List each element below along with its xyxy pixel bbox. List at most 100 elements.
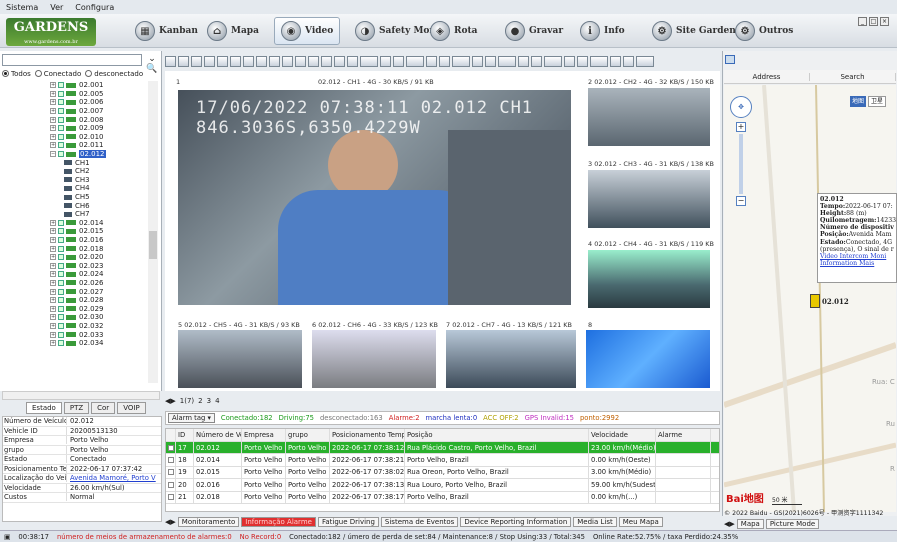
video-thumb-ch4[interactable] [588, 250, 710, 308]
tab-media-list[interactable]: Media List [573, 517, 617, 527]
nav-record-button[interactable]: ● Gravar [505, 17, 563, 45]
zoom-in-icon[interactable]: + [736, 122, 746, 132]
tab-cor[interactable]: Cor [91, 402, 116, 414]
video-tool-button[interactable] [295, 55, 306, 67]
tree-vehicle-item[interactable]: +02.018 [50, 244, 148, 253]
minimize-icon[interactable]: _ [858, 17, 867, 26]
nav-kanban-button[interactable]: ▦ Kanban [135, 17, 198, 45]
checkbox[interactable] [58, 151, 64, 158]
tree-channel-item[interactable]: CH6 [50, 201, 148, 210]
nav-video-button[interactable]: ◉ Video [274, 17, 341, 45]
video-thumb-ch5[interactable] [178, 330, 302, 388]
tabs-nav-icon[interactable]: ◀▶ [165, 518, 176, 526]
video-tool-button[interactable] [230, 55, 241, 67]
tree-channel-item[interactable]: CH4 [50, 184, 148, 193]
checkbox[interactable] [58, 245, 64, 252]
grid-row[interactable]: 20 02.016 Porto Velho Porto Velho 2022-06-17… [166, 479, 719, 492]
checkbox[interactable] [58, 322, 64, 329]
video-tool-button[interactable] [610, 55, 621, 67]
expand-icon[interactable]: + [50, 228, 56, 235]
video-tool-button[interactable] [393, 55, 404, 67]
checkbox[interactable] [58, 314, 64, 321]
close-icon[interactable]: × [880, 17, 889, 26]
video-tool-button[interactable] [308, 55, 319, 67]
checkbox[interactable] [58, 142, 64, 149]
video-thumb-ch3[interactable] [588, 170, 710, 228]
expand-icon[interactable]: + [50, 219, 56, 226]
info-value[interactable]: Avenida Mamoré, Porto V [67, 474, 156, 482]
expand-icon[interactable]: + [50, 116, 56, 123]
expand-icon[interactable]: + [50, 133, 56, 140]
tree-channel-item[interactable]: CH5 [50, 193, 148, 202]
grid-row[interactable]: 17 02.012 Porto Velho Porto Velho 2022-06-17… [166, 442, 719, 455]
checkbox[interactable] [168, 469, 174, 476]
video-tool-button[interactable] [165, 55, 176, 67]
checkbox[interactable] [58, 219, 64, 226]
main-video-ch1[interactable]: 17/06/2022 07:38:11 02.012 CH1 846.3036S… [178, 90, 571, 305]
tree-vehicle-item[interactable]: +02.020 [50, 253, 148, 262]
video-tool-button[interactable] [439, 55, 450, 67]
tree-vehicle-item[interactable]: +02.006 [50, 98, 148, 107]
tree-vehicle-item[interactable]: +02.029 [50, 304, 148, 313]
menu-sistema[interactable]: Sistema [6, 3, 38, 12]
video-tool-button[interactable] [243, 55, 254, 67]
tree-vehicle-item[interactable]: +02.024 [50, 270, 148, 279]
maximize-icon[interactable]: □ [869, 17, 878, 26]
expand-icon[interactable]: + [50, 279, 56, 286]
checkbox[interactable] [58, 305, 64, 312]
tab-my-map[interactable]: Meu Mapa [618, 517, 663, 527]
tab-device-report[interactable]: Device Reporting Information [460, 517, 572, 527]
expand-icon[interactable]: + [50, 245, 56, 252]
page-tab-1[interactable]: 1(7) [180, 397, 194, 405]
video-thumb-empty[interactable] [586, 330, 710, 388]
vehicle-search-input[interactable] [2, 54, 142, 66]
tree-vehicle-item[interactable]: +02.028 [50, 296, 148, 305]
menu-ver[interactable]: Ver [50, 3, 63, 12]
checkbox[interactable] [58, 228, 64, 235]
tab-events[interactable]: Sistema de Eventos [380, 517, 459, 527]
tab-mapa[interactable]: Mapa [736, 519, 764, 529]
grid-row[interactable]: 21 02.018 Porto Velho Porto Velho 2022-06-17… [166, 491, 719, 504]
video-tool-button[interactable] [452, 55, 470, 67]
map-tabs-nav-icon[interactable]: ◀▶ [724, 520, 735, 528]
tree-vehicle-item[interactable]: +02.009 [50, 124, 148, 133]
expand-icon[interactable]: + [50, 288, 56, 295]
status-expand-icon[interactable]: ▣ [4, 533, 10, 541]
address-tab[interactable]: Address [724, 72, 810, 81]
checkbox[interactable] [58, 82, 64, 89]
video-tool-button[interactable] [544, 55, 562, 67]
grid-header-cell[interactable]: Alarme [656, 429, 711, 441]
filter-disconnected[interactable]: desconectado [85, 70, 143, 78]
video-tool-button[interactable] [256, 55, 267, 67]
video-thumb-ch2[interactable] [588, 88, 710, 146]
row-checkbox[interactable] [166, 442, 176, 454]
filter-all[interactable]: Todos [2, 70, 31, 78]
grid-header-cell[interactable]: Posição [405, 429, 589, 441]
tree-vehicle-item[interactable]: +02.008 [50, 115, 148, 124]
video-tool-button[interactable] [485, 55, 496, 67]
video-tool-button[interactable] [360, 55, 378, 67]
page-tab-2[interactable]: 2 [198, 397, 202, 405]
video-tool-button[interactable] [531, 55, 542, 67]
map-window-icon[interactable] [725, 55, 735, 64]
grid-row[interactable]: 18 02.014 Porto Velho Porto Velho 2022-06-17… [166, 454, 719, 467]
nav-map-button[interactable]: ⌂ Mapa [207, 17, 259, 45]
tree-vehicle-item[interactable]: +02.001 [50, 81, 148, 90]
popup-links[interactable]: Video Intercom Moni [820, 253, 894, 260]
video-tool-button[interactable] [380, 55, 391, 67]
row-checkbox[interactable] [166, 466, 176, 479]
satellite-button[interactable]: 卫星 [868, 96, 886, 107]
checkbox[interactable] [58, 271, 64, 278]
video-tool-button[interactable] [577, 55, 588, 67]
checkbox[interactable] [58, 133, 64, 140]
row-checkbox[interactable] [166, 479, 176, 491]
checkbox[interactable] [58, 108, 64, 115]
page-prev-icon[interactable]: ◀▶ [165, 397, 176, 405]
checkbox[interactable] [58, 254, 64, 261]
checkbox[interactable] [58, 116, 64, 123]
checkbox[interactable] [168, 494, 174, 501]
video-tool-button[interactable] [564, 55, 575, 67]
checkbox[interactable] [58, 340, 64, 347]
grid-header-cell[interactable]: Velocidade [589, 429, 656, 441]
header-checkbox[interactable] [166, 429, 176, 441]
